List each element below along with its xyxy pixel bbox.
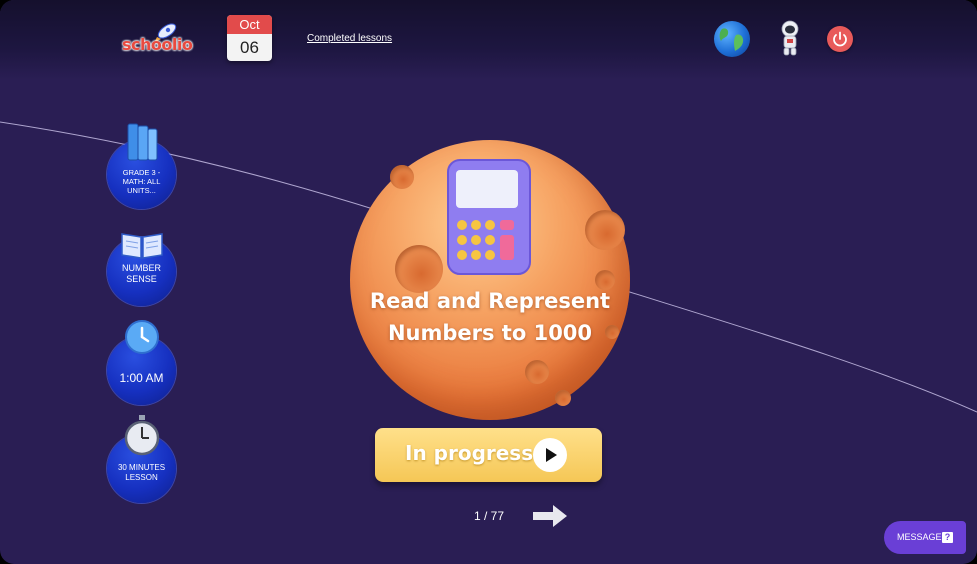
- in-progress-button[interactable]: In progress: [375, 428, 602, 482]
- power-icon: [833, 31, 847, 47]
- crater: [585, 210, 625, 250]
- calculator-icon: [447, 159, 531, 275]
- logo-text: schoolio: [122, 35, 193, 54]
- calendar-month: Oct: [227, 15, 272, 34]
- crater: [555, 390, 571, 406]
- power-logout-button[interactable]: [827, 26, 853, 52]
- sidebar-item-course[interactable]: GRADE 3 - MATH: ALL UNITS...: [107, 123, 176, 209]
- calendar-day: 06: [240, 38, 259, 57]
- sidebar-item-label: GRADE 3 - MATH: ALL UNITS...: [122, 168, 161, 195]
- crater: [390, 165, 414, 189]
- sidebar-item-label: 30 MINUTES LESSON: [117, 462, 166, 482]
- play-icon: [533, 438, 567, 472]
- in-progress-label: In progress: [405, 441, 534, 465]
- sidebar-item-duration[interactable]: 30 MINUTES LESSON: [107, 415, 176, 503]
- books-icon: [127, 123, 158, 161]
- lesson-title-line1: Read and Represent: [369, 289, 611, 313]
- sidebar-item-time[interactable]: 1:00 AM: [107, 320, 176, 405]
- clock-icon: [125, 320, 159, 354]
- sidebar-item-label: NUMBER SENSE: [121, 262, 161, 284]
- completed-lessons-link[interactable]: Completed lessons: [307, 33, 392, 44]
- lesson-title-line2: Numbers to 1000: [387, 321, 593, 345]
- sidebar-item-label: 1:00 AM: [119, 370, 164, 385]
- globe-icon[interactable]: [714, 21, 750, 57]
- astronaut-avatar-icon[interactable]: [779, 20, 801, 56]
- open-book-icon: [121, 233, 163, 259]
- sidebar-item-unit[interactable]: NUMBER SENSE: [107, 233, 176, 306]
- message-button[interactable]: MESSAGE ?: [884, 521, 966, 554]
- calendar-widget: Oct 06: [227, 15, 272, 61]
- lesson-pager: 1 / 77: [474, 509, 505, 523]
- stopwatch-icon: [124, 415, 160, 456]
- header-bar: schoolio Oct 06 Completed lessons: [0, 0, 977, 80]
- message-label: MESSAGE: [897, 532, 942, 542]
- app-window: schoolio Oct 06 Completed lessons GRADE …: [0, 0, 977, 564]
- next-arrow-icon[interactable]: [531, 503, 569, 529]
- schoolio-logo[interactable]: schoolio: [122, 22, 194, 56]
- crater: [525, 360, 549, 384]
- question-icon: ?: [942, 532, 953, 543]
- lesson-title: Read and Represent Numbers to 1000: [350, 285, 630, 349]
